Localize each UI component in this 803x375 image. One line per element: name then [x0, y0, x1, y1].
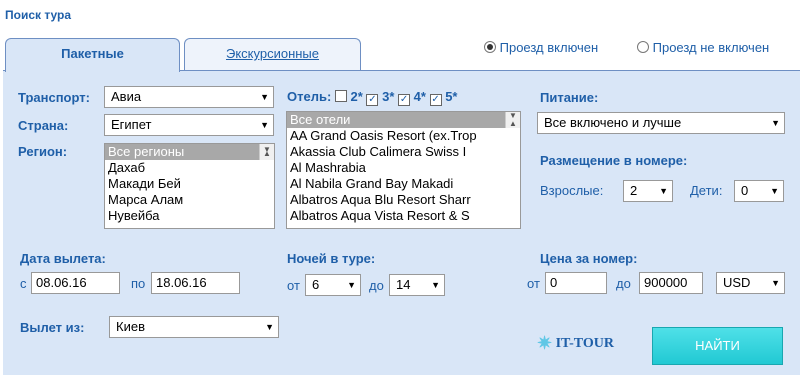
children-label: Дети:: [690, 183, 723, 198]
list-item[interactable]: Albatros Aqua Vista Resort & S: [287, 208, 520, 224]
country-value: Египет: [111, 117, 152, 132]
travel-not-included-option[interactable]: Проезд не включен: [637, 40, 769, 55]
currency-select[interactable]: USD ▼: [716, 272, 785, 294]
list-item[interactable]: Макади Бей: [105, 176, 274, 192]
star-5-label: 5*: [445, 89, 458, 104]
meal-value: Все включено и лучше: [544, 115, 682, 130]
transport-select[interactable]: Авиа ▼: [104, 86, 274, 108]
country-select[interactable]: Египет ▼: [104, 114, 274, 136]
star-3-label: 3*: [382, 89, 395, 104]
nights-to-label: до: [369, 278, 384, 293]
departure-date-label: Дата вылета:: [20, 251, 106, 266]
adults-label: Взрослые:: [540, 183, 604, 198]
chevron-down-icon: ▼: [771, 118, 780, 128]
chevron-down-icon: ▼: [771, 278, 780, 288]
date-to-input[interactable]: 18.06.16: [151, 272, 240, 294]
departure-city-label: Вылет из:: [20, 320, 85, 335]
travel-included-option[interactable]: Проезд включен: [484, 40, 598, 55]
hotel-stars-row: Отель: 2* ✓ 3* ✓ 4* ✓ 5*: [287, 89, 457, 106]
page-title: Поиск тура: [5, 8, 72, 22]
price-to-label: до: [616, 276, 631, 291]
transport-label: Транспорт:: [18, 90, 90, 105]
scrollbar[interactable]: ▲ ▼: [505, 112, 520, 128]
transport-value: Авиа: [111, 89, 142, 104]
accommodation-label: Размещение в номере:: [540, 153, 688, 168]
date-from-input[interactable]: 08.06.16: [31, 272, 120, 294]
list-item[interactable]: Akassia Club Calimera Swiss I: [287, 144, 520, 160]
chevron-down-icon: ▼: [347, 280, 356, 290]
list-item[interactable]: Все регионы: [105, 144, 274, 160]
list-item[interactable]: Albatros Aqua Blu Resort Sharr: [287, 192, 520, 208]
chevron-down-icon: ▼: [265, 322, 274, 332]
departure-city-value: Киев: [116, 319, 145, 334]
price-from-input[interactable]: 0: [545, 272, 607, 294]
list-item[interactable]: AA Grand Oasis Resort (ex.Trop: [287, 128, 520, 144]
travel-included-label: Проезд включен: [499, 40, 599, 55]
adults-value: 2: [630, 183, 638, 198]
price-to-input[interactable]: 900000: [639, 272, 703, 294]
chevron-down-icon: ▼: [659, 186, 668, 196]
tab-packages[interactable]: Пакетные: [5, 38, 180, 72]
checkbox-2-stars[interactable]: [334, 90, 347, 102]
sun-icon: ✷: [537, 333, 553, 353]
scrollbar[interactable]: ▲ ▼: [259, 144, 274, 160]
nights-to-value: 14: [396, 277, 411, 292]
nights-from-value: 6: [312, 277, 320, 292]
list-item[interactable]: Все отели: [287, 112, 520, 128]
star-4-label: 4*: [413, 89, 426, 104]
date-to-label: по: [131, 276, 146, 291]
star-2-label: 2*: [350, 89, 363, 104]
nights-label: Ночей в туре:: [287, 251, 376, 266]
tab-excursions[interactable]: Экскурсионные: [184, 38, 361, 71]
price-label: Цена за номер:: [540, 251, 638, 266]
list-item[interactable]: Нувейба: [105, 208, 274, 224]
hotel-listbox[interactable]: Все отели AA Grand Oasis Resort (ex.Trop…: [286, 111, 521, 229]
currency-value: USD: [723, 275, 751, 290]
children-value: 0: [741, 183, 749, 198]
list-item[interactable]: Дахаб: [105, 160, 274, 176]
checkbox-3-stars[interactable]: ✓: [366, 94, 379, 106]
region-label: Регион:: [18, 144, 68, 159]
scroll-down-icon[interactable]: ▼: [509, 112, 517, 124]
chevron-down-icon: ▼: [770, 186, 779, 196]
children-select[interactable]: 0 ▼: [734, 180, 784, 202]
hotel-label: Отель:: [287, 89, 332, 104]
departure-city-select[interactable]: Киев ▼: [109, 316, 279, 338]
list-item[interactable]: Al Mashrabia: [287, 160, 520, 176]
country-label: Страна:: [18, 118, 69, 133]
radio-icon[interactable]: [484, 41, 496, 53]
search-button[interactable]: НАЙТИ: [652, 327, 783, 365]
price-from-label: от: [527, 276, 540, 291]
scroll-down-icon[interactable]: ▼: [263, 144, 271, 158]
nights-to-select[interactable]: 14 ▼: [389, 274, 445, 296]
radio-icon[interactable]: [637, 41, 649, 53]
meal-select[interactable]: Все включено и лучше ▼: [537, 112, 785, 134]
nights-from-label: от: [287, 278, 300, 293]
it-tour-logo: ✷ IT-TOUR: [537, 333, 614, 354]
logo-text: IT-TOUR: [555, 336, 614, 351]
chevron-down-icon: ▼: [260, 92, 269, 102]
checkbox-5-stars[interactable]: ✓: [429, 94, 442, 106]
list-item[interactable]: Марса Алам: [105, 192, 274, 208]
chevron-down-icon: ▼: [431, 280, 440, 290]
adults-select[interactable]: 2 ▼: [623, 180, 673, 202]
meal-label: Питание:: [540, 90, 599, 105]
date-from-label: с: [20, 276, 27, 291]
nights-from-select[interactable]: 6 ▼: [305, 274, 361, 296]
checkbox-4-stars[interactable]: ✓: [398, 94, 411, 106]
list-item[interactable]: Al Nabila Grand Bay Makadi: [287, 176, 520, 192]
chevron-down-icon: ▼: [260, 120, 269, 130]
region-listbox[interactable]: Все регионы Дахаб Макади Бей Марса Алам …: [104, 143, 275, 229]
travel-not-included-label: Проезд не включен: [652, 40, 770, 55]
